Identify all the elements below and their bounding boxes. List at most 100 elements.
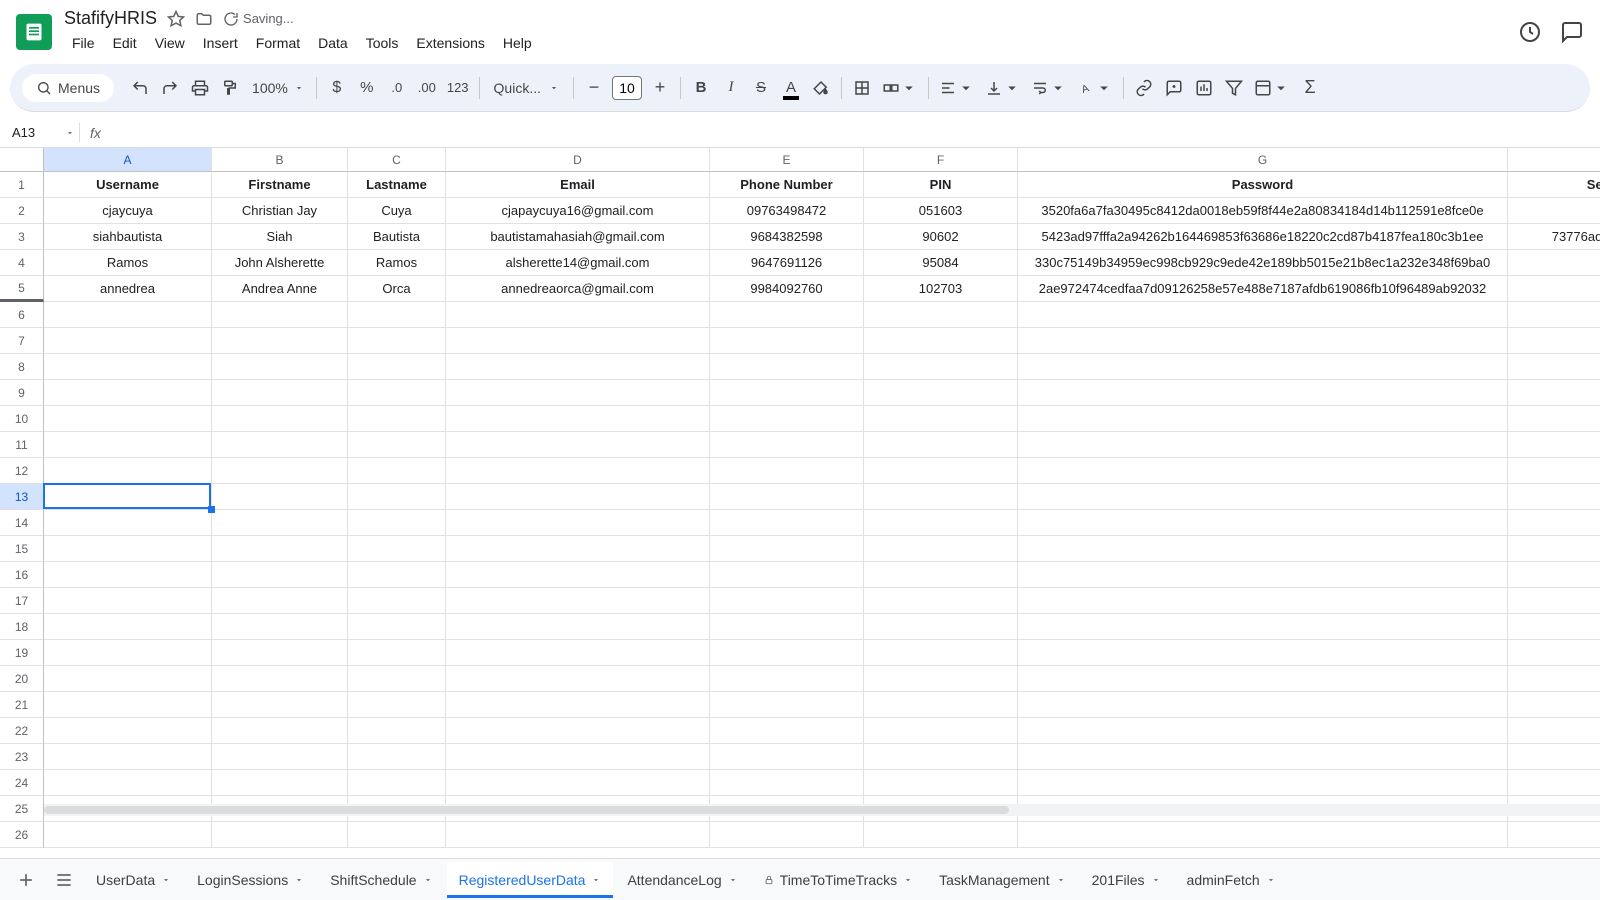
cell[interactable]	[348, 302, 446, 328]
row-header[interactable]: 18	[0, 614, 44, 640]
col-header-H[interactable]: H	[1508, 148, 1600, 172]
cell[interactable]	[864, 432, 1018, 458]
cell[interactable]	[710, 510, 864, 536]
star-icon[interactable]	[167, 10, 185, 28]
cell[interactable]	[1508, 302, 1600, 328]
cell[interactable]	[1018, 302, 1508, 328]
row-header[interactable]: 24	[0, 770, 44, 796]
sheet-tab-LoginSessions[interactable]: LoginSessions	[185, 862, 316, 898]
strike-button[interactable]: S	[747, 73, 775, 103]
cell[interactable]	[1508, 380, 1600, 406]
chevron-down-icon[interactable]	[1266, 875, 1276, 885]
sheet-tab-adminFetch[interactable]: adminFetch	[1175, 862, 1288, 898]
row-header[interactable]: 15	[0, 536, 44, 562]
cell[interactable]	[212, 692, 348, 718]
cell[interactable]	[1508, 484, 1600, 510]
cell[interactable]	[212, 562, 348, 588]
cell[interactable]	[1508, 536, 1600, 562]
valign-button[interactable]	[981, 73, 1025, 103]
cell[interactable]	[348, 380, 446, 406]
italic-button[interactable]: I	[717, 73, 745, 103]
cell[interactable]	[864, 640, 1018, 666]
cell[interactable]	[1018, 640, 1508, 666]
row-header[interactable]: 21	[0, 692, 44, 718]
cell[interactable]	[864, 822, 1018, 848]
cell[interactable]	[1018, 432, 1508, 458]
doc-title[interactable]: StafifyHRIS	[64, 8, 157, 29]
formula-input[interactable]	[111, 118, 1592, 147]
col-header-E[interactable]: E	[710, 148, 864, 172]
cell[interactable]	[348, 562, 446, 588]
cell[interactable]	[348, 692, 446, 718]
cell[interactable]	[446, 432, 710, 458]
cell[interactable]	[44, 692, 212, 718]
cell[interactable]	[1018, 718, 1508, 744]
cell[interactable]	[1508, 770, 1600, 796]
cell[interactable]: John Alsherette	[212, 250, 348, 276]
cell[interactable]	[1508, 250, 1600, 276]
header-cell[interactable]: Firstname	[212, 172, 348, 198]
cell[interactable]	[212, 822, 348, 848]
cell[interactable]	[212, 380, 348, 406]
cell[interactable]: bautistamahasiah@gmail.com	[446, 224, 710, 250]
cell[interactable]: Cuya	[348, 198, 446, 224]
cell[interactable]	[864, 614, 1018, 640]
cell[interactable]	[1018, 458, 1508, 484]
cell[interactable]	[1508, 458, 1600, 484]
cell[interactable]: 9647691126	[710, 250, 864, 276]
horizontal-scrollbar[interactable]	[44, 804, 1600, 816]
cell[interactable]	[44, 484, 212, 510]
cell[interactable]: 2ae972474cedfaa7d09126258e57e488e7187afd…	[1018, 276, 1508, 302]
cell[interactable]: Christian Jay	[212, 198, 348, 224]
cell[interactable]	[1508, 198, 1600, 224]
cell[interactable]	[864, 328, 1018, 354]
cell[interactable]	[446, 614, 710, 640]
cell[interactable]	[710, 458, 864, 484]
cell[interactable]	[44, 328, 212, 354]
cell[interactable]	[348, 406, 446, 432]
cell[interactable]	[212, 302, 348, 328]
row-header[interactable]: 6	[0, 302, 44, 328]
sheet-tab-TimeToTimeTracks[interactable]: TimeToTimeTracks	[752, 862, 925, 898]
row-header[interactable]: 23	[0, 744, 44, 770]
cell[interactable]	[212, 458, 348, 484]
currency-button[interactable]: $	[323, 73, 351, 103]
text-color-button[interactable]: A	[777, 73, 805, 103]
col-header-F[interactable]: F	[864, 148, 1018, 172]
cell[interactable]	[348, 770, 446, 796]
cell[interactable]	[864, 484, 1018, 510]
cell[interactable]	[348, 458, 446, 484]
number-format-button[interactable]: 123	[443, 73, 473, 103]
chevron-down-icon[interactable]	[591, 875, 601, 885]
row-header[interactable]: 20	[0, 666, 44, 692]
cell[interactable]	[1508, 692, 1600, 718]
comment-history-icon[interactable]	[1560, 20, 1584, 44]
cell[interactable]	[446, 562, 710, 588]
cell[interactable]	[446, 484, 710, 510]
sheet-tab-ShiftSchedule[interactable]: ShiftSchedule	[318, 862, 444, 898]
cell[interactable]: Orca	[348, 276, 446, 302]
cell[interactable]	[710, 484, 864, 510]
sheet-tab-UserData[interactable]: UserData	[84, 862, 183, 898]
cell[interactable]	[1508, 354, 1600, 380]
row-header[interactable]: 4	[0, 250, 44, 276]
cell[interactable]: siahbautista	[44, 224, 212, 250]
fontsize-input[interactable]	[612, 76, 642, 100]
cell[interactable]: 09763498472	[710, 198, 864, 224]
cell[interactable]	[446, 692, 710, 718]
scrollbar-thumb[interactable]	[44, 806, 1009, 814]
cell[interactable]: 95084	[864, 250, 1018, 276]
cell[interactable]	[44, 510, 212, 536]
paint-format-button[interactable]	[216, 73, 244, 103]
row-header[interactable]: 1	[0, 172, 44, 198]
col-header-G[interactable]: G	[1018, 148, 1508, 172]
cell[interactable]	[212, 770, 348, 796]
cell[interactable]	[212, 614, 348, 640]
cell[interactable]	[710, 406, 864, 432]
sheet-tab-AttendanceLog[interactable]: AttendanceLog	[615, 862, 749, 898]
spreadsheet-grid[interactable]: ABCDEFGH1UsernameFirstnameLastnameEmailP…	[0, 148, 1600, 848]
cell[interactable]	[1018, 484, 1508, 510]
cell[interactable]	[710, 692, 864, 718]
cell[interactable]	[1018, 354, 1508, 380]
cell[interactable]	[864, 380, 1018, 406]
